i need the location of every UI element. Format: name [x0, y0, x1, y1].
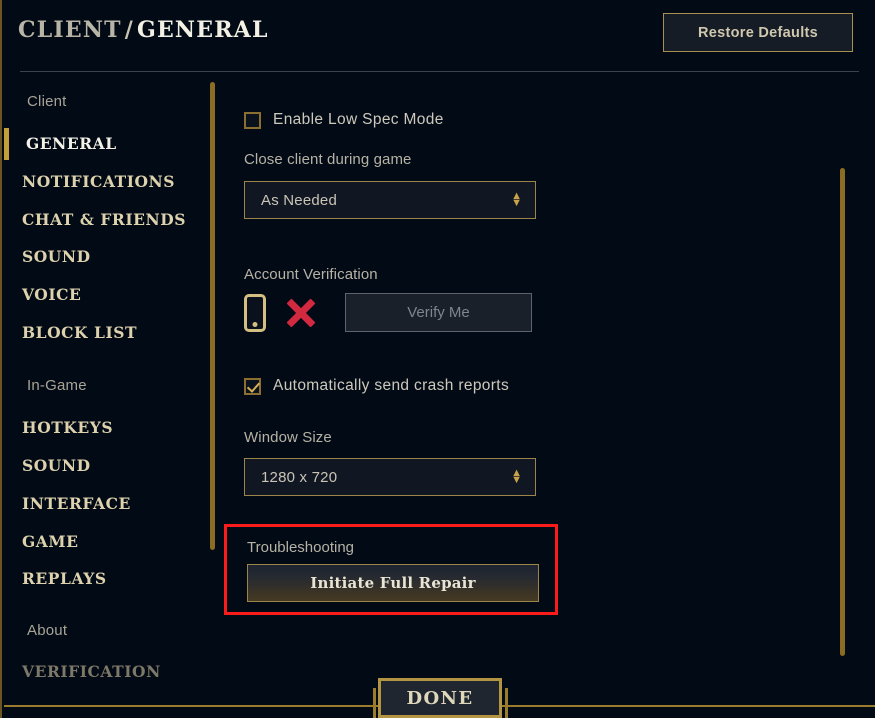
- close-client-label: Close client during game: [244, 151, 412, 168]
- breadcrumb-current: GENERAL: [136, 17, 269, 43]
- chevron-updown-icon: ▲ ▼: [511, 467, 522, 486]
- sidebar-group-about: About: [27, 622, 68, 639]
- sidebar-item-replays[interactable]: REPLAYS: [22, 569, 107, 588]
- red-x-icon: [284, 296, 318, 330]
- main-scrollbar-thumb[interactable]: [840, 168, 845, 656]
- low-spec-mode-checkbox-row[interactable]: Enable Low Spec Mode: [244, 111, 444, 129]
- sidebar-item-chat-friends[interactable]: CHAT & FRIENDS: [22, 210, 186, 229]
- header-bar: CLIENT / GENERAL Restore Defaults: [2, 0, 875, 71]
- sidebar-item-sound-client[interactable]: SOUND: [22, 247, 91, 266]
- active-item-indicator: [4, 128, 9, 160]
- breadcrumb-separator: /: [124, 17, 134, 43]
- sidebar-item-notifications[interactable]: NOTIFICATIONS: [22, 172, 175, 191]
- footer-accent-right: [505, 688, 508, 718]
- checkbox-checked-icon[interactable]: [244, 377, 261, 395]
- sidebar-item-verification[interactable]: VERIFICATION: [22, 662, 161, 681]
- low-spec-mode-label: Enable Low Spec Mode: [273, 111, 444, 128]
- sidebar-group-in-game: In-Game: [27, 377, 87, 394]
- initiate-full-repair-button[interactable]: Initiate Full Repair: [247, 564, 539, 602]
- verify-me-button[interactable]: Verify Me: [345, 293, 532, 332]
- header-divider: [20, 71, 859, 72]
- sidebar-nav: Client GENERAL NOTIFICATIONS CHAT & FRIE…: [2, 80, 210, 681]
- account-verification-row: Verify Me: [244, 293, 532, 332]
- crash-reports-checkbox-row[interactable]: Automatically send crash reports: [244, 377, 509, 395]
- sidebar-group-client: Client: [27, 93, 67, 110]
- restore-defaults-button[interactable]: Restore Defaults: [663, 13, 853, 52]
- settings-window: CLIENT / GENERAL Restore Defaults Client G…: [0, 0, 875, 718]
- checkbox-unchecked-icon[interactable]: [244, 111, 261, 129]
- close-client-value: As Needed: [261, 191, 338, 209]
- initiate-full-repair-label: Initiate Full Repair: [310, 574, 476, 592]
- restore-defaults-label: Restore Defaults: [697, 24, 819, 41]
- chevron-updown-icon: ▲ ▼: [511, 190, 522, 209]
- done-label: DONE: [406, 687, 474, 709]
- sidebar-item-hotkeys[interactable]: HOTKEYS: [22, 418, 113, 437]
- window-size-value: 1280 x 720: [261, 468, 338, 486]
- sidebar-item-sound-ingame[interactable]: SOUND: [22, 456, 91, 475]
- settings-content: Enable Low Spec Mode Close client during…: [224, 80, 844, 670]
- verify-me-label: Verify Me: [407, 304, 470, 321]
- close-client-select[interactable]: As Needed ▲ ▼: [244, 181, 536, 219]
- sidebar-item-general[interactable]: GENERAL: [26, 134, 117, 153]
- crash-reports-label: Automatically send crash reports: [273, 377, 510, 394]
- window-size-select[interactable]: 1280 x 720 ▲ ▼: [244, 458, 536, 496]
- footer-accent-left: [373, 688, 376, 718]
- phone-icon: [244, 293, 266, 332]
- window-size-label: Window Size: [244, 429, 332, 446]
- sidebar-item-block-list[interactable]: BLOCK LIST: [22, 323, 137, 342]
- sidebar-item-game[interactable]: GAME: [22, 532, 78, 551]
- breadcrumb: CLIENT / GENERAL: [18, 17, 269, 43]
- breadcrumb-root[interactable]: CLIENT: [18, 17, 122, 43]
- sidebar-scrollbar-thumb[interactable]: [210, 82, 215, 550]
- done-button[interactable]: DONE: [378, 678, 502, 718]
- sidebar-item-voice[interactable]: VOICE: [22, 285, 81, 304]
- account-verification-label: Account Verification: [244, 266, 378, 283]
- troubleshooting-label: Troubleshooting: [247, 539, 355, 556]
- sidebar-item-interface[interactable]: INTERFACE: [22, 494, 131, 513]
- troubleshooting-highlight-box: Troubleshooting Initiate Full Repair: [224, 524, 558, 615]
